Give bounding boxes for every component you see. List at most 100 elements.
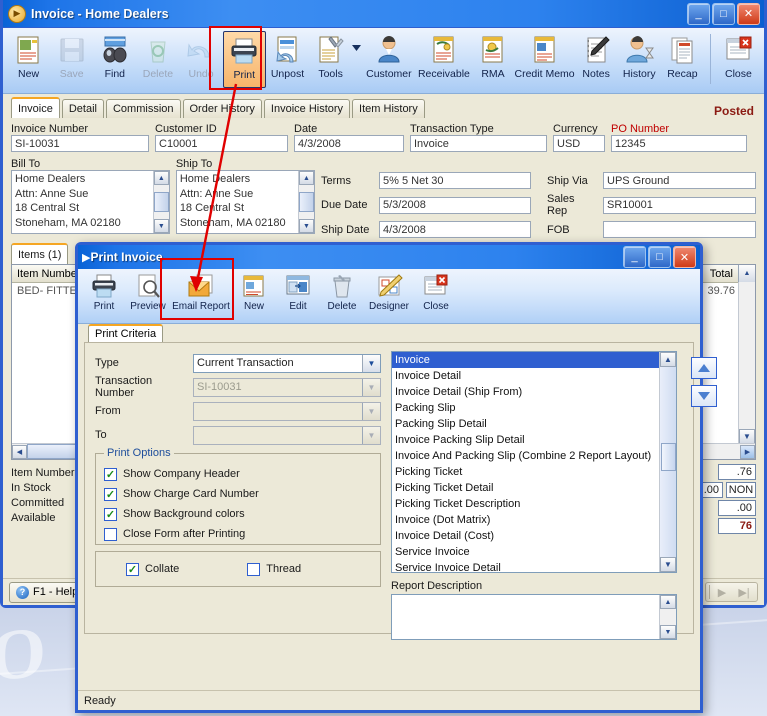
tab-invoice[interactable]: Invoice <box>11 97 60 118</box>
checkbox-icon[interactable]: ✓ <box>104 487 117 501</box>
toolbar-button-tools[interactable]: Tools <box>309 31 352 88</box>
dialog-button-print[interactable]: Print <box>82 271 126 319</box>
dialog-button-designer[interactable]: Designer <box>364 271 414 319</box>
checkbox-thread[interactable]: Thread <box>247 559 301 579</box>
input-ship-date[interactable]: 4/3/2008 <box>379 221 531 238</box>
chevron-down-icon[interactable]: ▼ <box>362 378 380 396</box>
memo-ship-to[interactable]: Home Dealers Attn: Anne Sue 18 Central S… <box>175 170 315 234</box>
ship-to-scrollbar[interactable]: ▲ ▼ <box>298 171 314 233</box>
toolbar-button-recap[interactable]: Recap <box>661 31 704 88</box>
toolbar-button-notes[interactable]: Notes <box>575 31 618 88</box>
list-item[interactable]: Picking Ticket <box>392 464 676 480</box>
tab-items[interactable]: Items (1) <box>11 243 69 264</box>
scroll-up-icon[interactable]: ▲ <box>660 352 676 367</box>
scroll-down-icon[interactable]: ▼ <box>739 429 755 444</box>
toolbar-button-receivable[interactable]: Receivable <box>416 31 471 88</box>
scroll-left-icon[interactable]: ◀ <box>12 444 27 459</box>
bill-to-scrollbar[interactable]: ▲ ▼ <box>152 171 169 233</box>
checkbox-icon[interactable] <box>104 527 117 541</box>
tab-order-history[interactable]: Order History <box>182 99 262 118</box>
toolbar-button-print[interactable]: Print <box>222 31 266 88</box>
toolbar-button-delete[interactable]: Delete <box>136 31 179 88</box>
dialog-button-delete[interactable]: Delete <box>320 271 364 319</box>
scroll-down-icon[interactable]: ▼ <box>660 625 676 639</box>
select-to[interactable]: ▼ <box>193 425 381 445</box>
tab-invoice-history[interactable]: Invoice History <box>263 99 351 118</box>
list-item[interactable]: Invoice Packing Slip Detail <box>392 432 676 448</box>
close-button[interactable]: ✕ <box>737 2 760 25</box>
input-ship-via[interactable]: UPS Ground <box>603 172 756 189</box>
dialog-button-new[interactable]: New <box>232 271 276 319</box>
help-button[interactable]: ? F1 - Help <box>9 581 86 603</box>
close-button[interactable]: ✕ <box>673 246 696 268</box>
scroll-up-icon[interactable]: ▲ <box>299 171 314 185</box>
select-type[interactable]: Current Transaction ▼ <box>193 353 381 373</box>
list-item[interactable]: Invoice Detail (Cost) <box>392 528 676 544</box>
items-grid-vscrollbar[interactable]: ▼ <box>738 282 755 444</box>
toolbar-button-close[interactable]: Close <box>717 31 760 88</box>
chevron-down-icon[interactable]: ▼ <box>362 426 380 444</box>
play-next-icon[interactable]: ▶ <box>712 584 732 600</box>
list-item[interactable]: Packing Slip Detail <box>392 416 676 432</box>
dialog-button-edit[interactable]: Edit <box>276 271 320 319</box>
input-invoice-number[interactable]: SI-10031 <box>11 135 149 152</box>
report-list-scrollbar[interactable]: ▲ ▼ <box>659 352 676 572</box>
scroll-track[interactable] <box>660 367 676 557</box>
dialog-button-close[interactable]: Close <box>414 271 458 319</box>
skip-last-icon[interactable]: ▶| <box>734 584 754 600</box>
scroll-right-icon[interactable]: ▶ <box>740 444 755 459</box>
tools-dropdown-arrow-icon[interactable] <box>352 31 362 65</box>
toolbar-button-new[interactable]: New <box>7 31 50 88</box>
checkbox-icon[interactable]: ✓ <box>126 562 139 576</box>
scroll-down-icon[interactable]: ▼ <box>153 219 169 233</box>
checkbox-collate[interactable]: ✓ Collate <box>126 559 179 579</box>
list-item[interactable]: Service Invoice <box>392 544 676 560</box>
scroll-down-icon[interactable]: ▼ <box>660 557 676 572</box>
tab-detail[interactable]: Detail <box>61 99 104 118</box>
input-terms[interactable]: 5% 5 Net 30 <box>379 172 531 189</box>
input-transaction-type[interactable]: Invoice <box>410 135 547 152</box>
toolbar-button-find[interactable]: Find <box>93 31 136 88</box>
list-item[interactable]: Invoice Detail (Ship From) <box>392 384 676 400</box>
scroll-up-icon[interactable]: ▲ <box>153 171 169 185</box>
report-listbox[interactable]: Invoice Invoice Detail Invoice Detail (S… <box>391 351 677 573</box>
minimize-button[interactable]: _ <box>687 2 710 25</box>
input-currency[interactable]: USD <box>553 135 605 152</box>
maximize-button[interactable]: □ <box>648 246 671 268</box>
checkbox-icon[interactable] <box>247 562 261 576</box>
checkbox-icon[interactable]: ✓ <box>104 507 117 521</box>
list-item[interactable]: Picking Ticket Description <box>392 496 676 512</box>
list-item[interactable]: Packing Slip <box>392 400 676 416</box>
scroll-thumb[interactable] <box>661 443 676 471</box>
report-description-scrollbar[interactable]: ▲ ▼ <box>659 595 676 639</box>
checkbox-show-charge-card-number[interactable]: ✓ Show Charge Card Number <box>104 484 372 504</box>
input-customer-id[interactable]: C10001 <box>155 135 288 152</box>
toolbar-button-rma[interactable]: RMA <box>471 31 514 88</box>
input-sales-rep[interactable]: SR10001 <box>603 196 756 214</box>
toolbar-button-customer[interactable]: Customer <box>361 31 416 88</box>
move-down-icon[interactable] <box>691 385 717 407</box>
input-due-date[interactable]: 5/3/2008 <box>379 196 531 214</box>
checkbox-close-form-after-printing[interactable]: Close Form after Printing <box>104 524 372 544</box>
textarea-report-description[interactable]: ▲ ▼ <box>391 594 677 640</box>
list-item[interactable]: Invoice And Packing Slip (Combine 2 Repo… <box>392 448 676 464</box>
toolbar-button-credit-memo[interactable]: Credit Memo <box>515 31 575 88</box>
maximize-button[interactable]: □ <box>712 2 735 25</box>
chevron-down-icon[interactable]: ▼ <box>362 354 380 372</box>
list-item[interactable]: Picking Ticket Detail <box>392 480 676 496</box>
tab-item-history[interactable]: Item History <box>352 99 425 118</box>
checkbox-show-background-colors[interactable]: ✓ Show Background colors <box>104 504 372 524</box>
list-item[interactable]: Service Invoice Detail <box>392 560 676 572</box>
list-item[interactable]: Invoice <box>392 352 676 368</box>
grid-scroll-up-icon[interactable]: ▲ <box>738 265 755 282</box>
scroll-up-icon[interactable]: ▲ <box>660 595 676 609</box>
dialog-button-preview[interactable]: Preview <box>126 271 170 319</box>
toolbar-button-undo[interactable]: Undo <box>180 31 223 88</box>
dialog-button-email-report[interactable]: Email Report <box>170 271 232 319</box>
select-from[interactable]: ▼ <box>193 401 381 421</box>
move-up-icon[interactable] <box>691 357 717 379</box>
list-item[interactable]: Invoice (Dot Matrix) <box>392 512 676 528</box>
checkbox-icon[interactable]: ✓ <box>104 467 117 481</box>
list-item[interactable]: Invoice Detail <box>392 368 676 384</box>
input-fob[interactable] <box>603 221 756 238</box>
